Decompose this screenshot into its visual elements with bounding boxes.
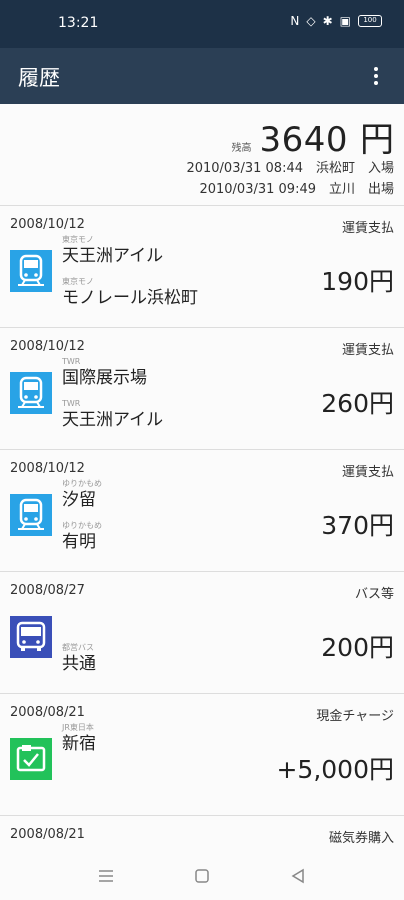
menu-icon[interactable] bbox=[96, 866, 116, 886]
train-icon bbox=[10, 494, 52, 536]
history-item[interactable]: 2008/08/27 バス等 都営バス 共通 200円 bbox=[0, 572, 404, 694]
navigation-bar bbox=[0, 852, 404, 900]
item-type: 運賃支払 bbox=[341, 221, 394, 236]
item-date: 2008/08/21 bbox=[10, 827, 85, 842]
item-amount: 260円 bbox=[321, 389, 394, 418]
vibrate-icon: ▣ bbox=[339, 14, 351, 28]
balance-unit: 円 bbox=[360, 120, 394, 160]
overflow-menu-icon[interactable] bbox=[360, 60, 392, 92]
to-station: ゆりかもめ 有明 bbox=[62, 521, 102, 552]
app-bar: 履歴 bbox=[0, 48, 404, 104]
train-icon bbox=[10, 372, 52, 414]
from-station: TWR 国際展示場 bbox=[62, 357, 147, 388]
item-date: 2008/10/12 bbox=[10, 461, 85, 476]
exit-record: 2010/03/31 09:49 立川 出場 bbox=[199, 182, 394, 197]
from-station: 東京モノ 天王洲アイル bbox=[62, 235, 164, 266]
item-date: 2008/10/12 bbox=[10, 339, 85, 354]
item-type: 現金チャージ bbox=[316, 709, 394, 724]
balance-label: 残高 bbox=[231, 143, 252, 154]
item-type: バス等 bbox=[354, 587, 394, 602]
item-date: 2008/08/27 bbox=[10, 583, 85, 598]
item-type: 磁気券購入 bbox=[328, 831, 394, 846]
train-icon bbox=[10, 250, 52, 292]
item-amount: +5,000円 bbox=[276, 755, 394, 784]
status-time: 13:21 bbox=[58, 15, 99, 31]
history-list[interactable]: 2008/10/12 運賃支払 東京モノ 天王洲アイル 東京モノ モノレール浜松… bbox=[0, 206, 404, 852]
item-date: 2008/10/12 bbox=[10, 217, 85, 232]
item-type: 運賃支払 bbox=[341, 343, 394, 358]
bus-icon bbox=[10, 616, 52, 658]
bluetooth-icon: ✱ bbox=[322, 14, 333, 28]
history-item[interactable]: 2008/08/21 磁気券購入 bbox=[0, 816, 404, 852]
status-icons: N ◇ ✱ ▣ 100 bbox=[290, 14, 382, 28]
item-date: 2008/08/21 bbox=[10, 705, 85, 720]
from-station: JR東日本 新宿 bbox=[62, 723, 96, 754]
from-station: ゆりかもめ 汐留 bbox=[62, 479, 102, 510]
balance-panel: 残高 3640 円 2010/03/31 08:44 浜松町 入場 2010/0… bbox=[0, 104, 404, 206]
item-amount: 370円 bbox=[321, 511, 394, 540]
home-icon[interactable] bbox=[192, 866, 212, 886]
history-item[interactable]: 2008/10/12 運賃支払 東京モノ 天王洲アイル 東京モノ モノレール浜松… bbox=[0, 206, 404, 328]
status-bar: 13:21 N ◇ ✱ ▣ 100 bbox=[0, 0, 404, 48]
history-item[interactable]: 2008/10/12 運賃支払 ゆりかもめ 汐留 ゆりかもめ 有明 370円 bbox=[0, 450, 404, 572]
nfc-icon: N bbox=[290, 14, 300, 28]
balance-value: 3640 bbox=[259, 120, 348, 160]
battery-icon: 100 bbox=[358, 15, 382, 27]
history-item[interactable]: 2008/10/12 運賃支払 TWR 国際展示場 TWR 天王洲アイル 260… bbox=[0, 328, 404, 450]
page-title: 履歴 bbox=[18, 66, 60, 90]
item-type: 運賃支払 bbox=[341, 465, 394, 480]
to-station: TWR 天王洲アイル bbox=[62, 399, 164, 430]
to-station: 東京モノ モノレール浜松町 bbox=[62, 277, 198, 308]
entry-record: 2010/03/31 08:44 浜松町 入場 bbox=[186, 161, 394, 176]
signal-icon: ◇ bbox=[306, 14, 316, 28]
item-amount: 190円 bbox=[321, 267, 394, 296]
charge-icon bbox=[10, 738, 52, 780]
item-amount: 200円 bbox=[321, 633, 394, 662]
history-item[interactable]: 2008/08/21 現金チャージ JR東日本 新宿 +5,000円 bbox=[0, 694, 404, 816]
to-station: 都営バス 共通 bbox=[62, 643, 96, 674]
back-icon[interactable] bbox=[288, 866, 308, 886]
